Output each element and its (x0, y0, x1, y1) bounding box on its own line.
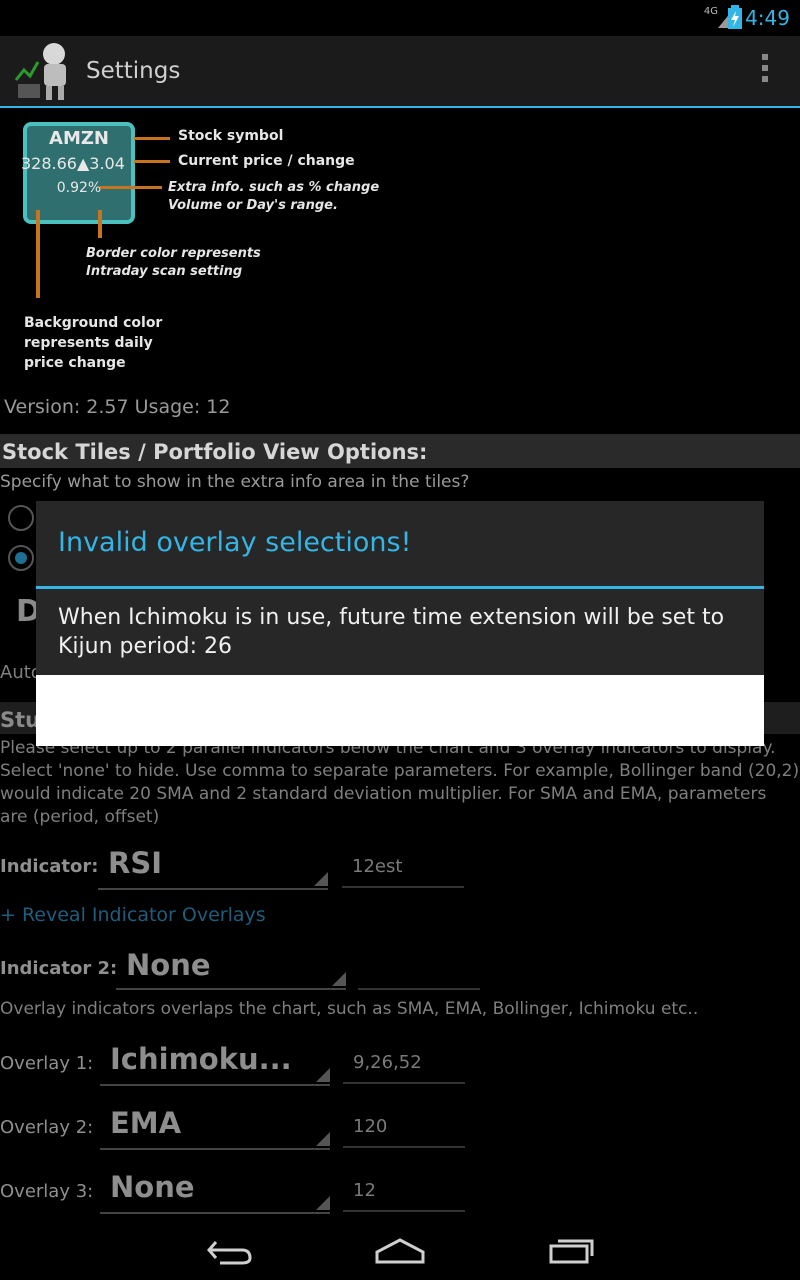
overlay3-param-value: 12 (353, 1180, 376, 1201)
recents-icon[interactable] (548, 1236, 596, 1266)
legend-border-2: Intraday scan setting (86, 264, 243, 279)
indicator-value: RSI (108, 846, 163, 880)
indicator2-param-input[interactable] (358, 948, 480, 990)
version-info: Version: 2.57 Usage: 12 (4, 396, 231, 418)
legend-stock-symbol: Stock symbol (178, 128, 284, 144)
study-desc-line: would indicate 20 SMA and 2 standard dev… (0, 784, 767, 804)
back-icon[interactable] (206, 1236, 254, 1266)
dropdown-triangle-icon (332, 972, 346, 986)
overlay1-value: Ichimoku... (110, 1042, 292, 1076)
overlay3-value: None (110, 1170, 195, 1204)
arrow-line (36, 210, 40, 298)
study-desc-line: Select 'none' to hide. Use comma to sepa… (0, 761, 800, 781)
section-title: Stock Tiles / Portfolio View Options: (2, 440, 428, 464)
legend-background-2: represents daily (24, 335, 153, 351)
overlay2-param-value: 120 (353, 1116, 388, 1137)
partial-section-title: Stu (0, 708, 41, 732)
dropdown-triangle-icon (316, 1068, 330, 1082)
robot-stock-app-icon[interactable] (14, 40, 80, 102)
arrow-line (100, 186, 162, 189)
indicator-param-value: 12est (352, 856, 403, 877)
battery-icon (728, 5, 742, 29)
dropdown-triangle-icon (316, 1196, 330, 1210)
overlay3-param-input[interactable]: 12 (343, 1170, 465, 1212)
arrow-line (98, 210, 102, 238)
overflow-menu-icon[interactable] (762, 54, 770, 87)
legend-border-1: Border color represents (86, 246, 261, 261)
indicator-spinner[interactable]: RSI (98, 844, 328, 890)
tile-symbol: AMZN (49, 128, 109, 149)
home-icon[interactable] (374, 1236, 426, 1266)
sample-stock-tile: AMZN 328.66▲3.04 0.92% (21, 122, 135, 224)
action-bar: Settings (0, 36, 800, 108)
study-desc-line: are (period, offset) (0, 807, 160, 827)
clock: 4:49 (745, 6, 790, 30)
dialog-body: When Ichimoku is in use, future time ext… (36, 589, 764, 675)
overlay2-spinner[interactable]: EMA (100, 1104, 330, 1150)
overlay1-spinner[interactable]: Ichimoku... (100, 1040, 330, 1086)
overlay2-param-input[interactable]: 120 (343, 1106, 465, 1148)
overlay3-label: Overlay 3: (0, 1181, 94, 1202)
legend-background-3: price change (24, 355, 126, 371)
overlay1-param-value: 9,26,52 (353, 1052, 422, 1073)
dialog-header: Invalid overlay selections! (36, 501, 764, 589)
alert-dialog: Invalid overlay selections! When Ichimok… (36, 501, 764, 746)
arrow-line (134, 137, 170, 140)
radio-option[interactable] (8, 505, 34, 531)
overlay1-label: Overlay 1: (0, 1053, 94, 1074)
overlay3-spinner[interactable]: None (100, 1168, 330, 1214)
network-type-label: 4G (703, 6, 718, 17)
indicator-param-input[interactable]: 12est (342, 846, 464, 888)
status-bar: 4G 4:49 (0, 0, 800, 36)
overlay1-param-input[interactable]: 9,26,52 (343, 1042, 465, 1084)
indicator2-value: None (126, 948, 211, 982)
indicator2-spinner[interactable]: None (116, 944, 346, 990)
overlay2-value: EMA (110, 1106, 182, 1140)
page-title: Settings (86, 58, 181, 84)
tile-legend: AMZN 328.66▲3.04 0.92% Stock symbol Curr… (0, 108, 800, 388)
legend-extra-info-2: Volume or Day's range. (168, 198, 338, 213)
reveal-overlays-link[interactable]: + Reveal Indicator Overlays (0, 904, 266, 926)
radio-option-selected[interactable] (8, 545, 34, 571)
dropdown-triangle-icon (316, 1132, 330, 1146)
section-description: Specify what to show in the extra info a… (0, 472, 470, 492)
tile-price: 328.66▲3.04 (21, 154, 125, 173)
arrow-line (134, 160, 170, 163)
indicator-label: Indicator: (0, 856, 99, 877)
legend-extra-info-1: Extra info. such as % change (168, 180, 380, 195)
study-description: Please select up to 2 parallel indicator… (0, 737, 800, 829)
navigation-bar (0, 1224, 800, 1280)
overlay-description: Overlay indicators overlaps the chart, s… (0, 999, 699, 1019)
dialog-button-area[interactable] (36, 675, 764, 746)
indicator2-label: Indicator 2: (0, 958, 118, 979)
overlay2-label: Overlay 2: (0, 1117, 94, 1138)
legend-current-price: Current price / change (178, 153, 355, 169)
legend-background-1: Background color (24, 315, 163, 331)
dialog-message: When Ichimoku is in use, future time ext… (58, 605, 725, 659)
dialog-title: Invalid overlay selections! (58, 527, 412, 558)
dropdown-triangle-icon (314, 872, 328, 886)
